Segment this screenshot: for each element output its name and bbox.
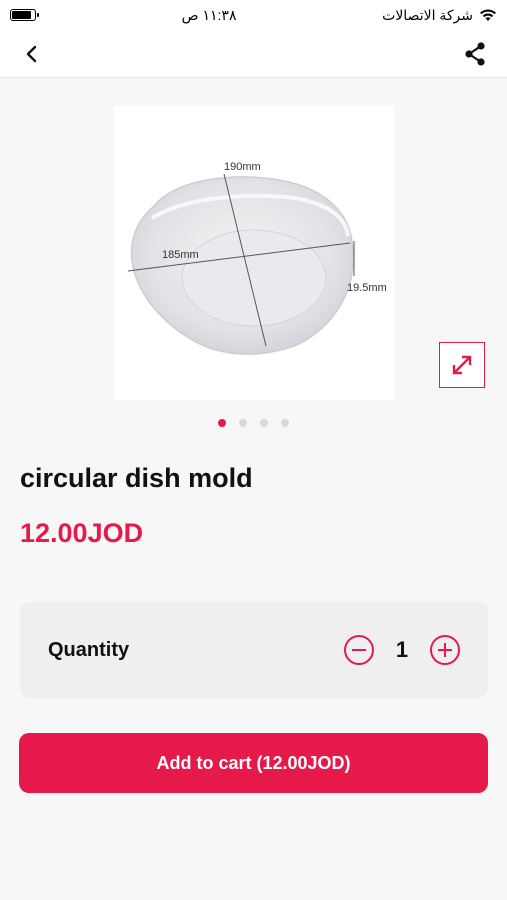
share-button[interactable] xyxy=(461,40,489,68)
quantity-label: Quantity xyxy=(48,638,130,661)
quantity-value: 1 xyxy=(395,637,409,662)
expand-icon xyxy=(452,355,472,375)
dimension-label-left: 185mm xyxy=(162,249,199,261)
product-price: 12.00JOD xyxy=(20,518,144,548)
product-title: circular dish mold xyxy=(20,463,253,493)
battery-icon xyxy=(10,9,39,21)
pager-dot[interactable] xyxy=(281,419,289,427)
product-image[interactable]: 190mm 185mm 19.5mm xyxy=(114,106,394,400)
status-right: شركة الاتصالات xyxy=(382,7,497,24)
image-pager-dots xyxy=(0,419,507,427)
status-bar: ١١:٣٨ ص شركة الاتصالات xyxy=(0,0,507,30)
minus-circle-icon xyxy=(352,648,366,652)
decrement-button[interactable] xyxy=(344,635,374,665)
wifi-icon xyxy=(480,9,496,21)
status-time: ١١:٣٨ ص xyxy=(181,6,237,23)
status-left xyxy=(10,9,39,21)
product-photo: 190mm 185mm 19.5mm xyxy=(127,161,387,355)
dimension-label-top: 190mm xyxy=(224,161,261,173)
share-icon xyxy=(465,41,485,66)
pager-dot[interactable] xyxy=(239,419,247,427)
quantity-card: Quantity 1 xyxy=(20,602,488,698)
chevron-left-icon xyxy=(26,45,37,62)
pager-dot[interactable] xyxy=(218,419,226,427)
plus-vertical-stroke xyxy=(443,643,447,657)
carrier-name: شركة الاتصالات xyxy=(382,6,473,23)
pager-dot[interactable] xyxy=(260,419,268,427)
back-button[interactable] xyxy=(18,40,46,68)
top-nav-bar xyxy=(0,30,507,78)
dimension-label-right: 19.5mm xyxy=(347,282,387,294)
increment-button[interactable] xyxy=(430,635,460,665)
quantity-stepper: 1 xyxy=(344,635,460,665)
add-to-cart-button[interactable]: Add to cart (12.00JOD) xyxy=(19,733,488,793)
expand-image-button[interactable] xyxy=(439,342,485,388)
battery-fill xyxy=(12,11,31,19)
